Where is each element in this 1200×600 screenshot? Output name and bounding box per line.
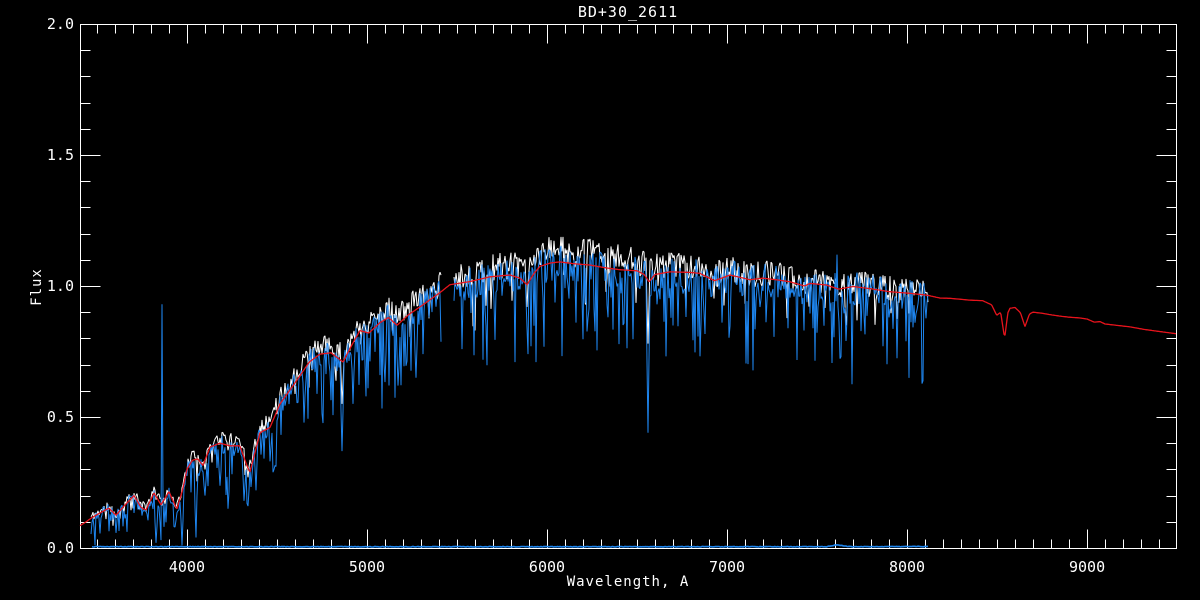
spectrum-plot-canvas: 4000 5000 6000 7000 8000 90000.00.51.01.52.0 <box>47 15 1177 576</box>
plot-title: BD+30_2611 <box>577 3 679 21</box>
spectrum-plot-window: 4000 5000 6000 7000 8000 9000 0.0 0.5 1.0 1.5 2.0 … <box>0 0 1200 600</box>
x-axis-label: Wavelength, A <box>566 574 690 590</box>
series-error-blue <box>91 543 929 548</box>
y-tick-label: 1.0 <box>47 277 74 295</box>
y-tick-label: 1.5 <box>47 146 74 164</box>
y-tick-label: 0.5 <box>47 408 74 426</box>
y-tick-label: 2.0 <box>47 15 74 33</box>
y-tick-label: 0.0 <box>47 539 74 557</box>
series-observed-blue <box>90 245 929 546</box>
y-axis-label: Flux <box>29 268 45 306</box>
